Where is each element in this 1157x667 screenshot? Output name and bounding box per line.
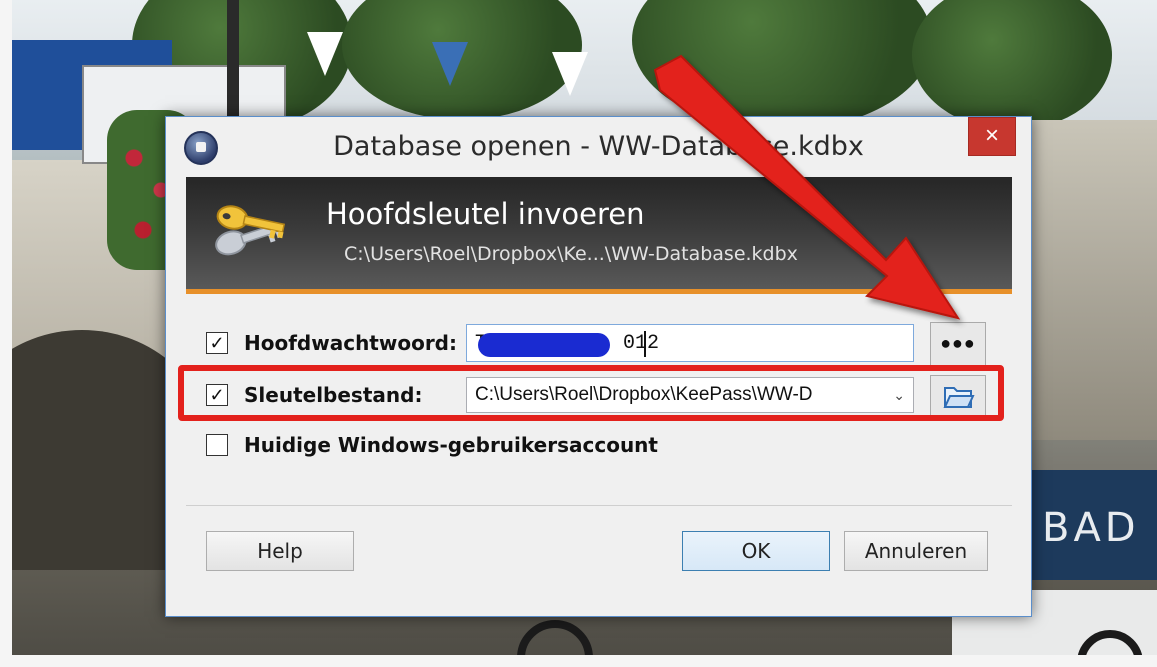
folder-open-icon (943, 387, 975, 408)
separator (186, 505, 1012, 506)
pole (227, 0, 239, 130)
browse-key-file-button[interactable] (930, 375, 986, 417)
ok-button[interactable]: OK (682, 531, 830, 571)
bunting-flag (432, 42, 468, 86)
text-cursor (644, 331, 646, 357)
page-margin (0, 0, 12, 667)
page-margin (0, 655, 1157, 667)
key-file-path: C:\Users\Roel\Dropbox\KeePass\WW-D (475, 384, 813, 405)
keys-icon (215, 205, 286, 256)
master-password-label: Hoofdwachtwoord: (244, 331, 457, 355)
quay-wall (1012, 120, 1157, 440)
password-suffix: 012 (623, 332, 660, 355)
database-path: C:\Users\Roel\Dropbox\Ke...\WW-Database.… (344, 243, 798, 265)
open-database-dialog: Database openen - WW-Database.kdbx × Hoo… (165, 116, 1032, 617)
show-password-button[interactable]: ●●● (930, 322, 986, 366)
windows-account-checkbox[interactable] (206, 434, 228, 456)
redaction-scribble (478, 333, 610, 357)
key-file-select[interactable]: C:\Users\Roel\Dropbox\KeePass\WW-D ⌄ (466, 377, 914, 413)
windows-account-label: Huidige Windows-gebruikersaccount (244, 433, 658, 457)
title-bar[interactable]: Database openen - WW-Database.kdbx × (166, 117, 1031, 177)
banner-title: Hoofdsleutel invoeren (326, 197, 645, 231)
chevron-down-icon: ⌄ (893, 387, 905, 403)
bunting-flag (307, 32, 343, 76)
master-password-checkbox[interactable]: ✓ (206, 332, 228, 354)
dialog-title: Database openen - WW-Database.kdbx (333, 131, 864, 162)
close-button[interactable]: × (968, 117, 1016, 156)
boat-lettering: BAD (1042, 505, 1140, 551)
bunting-flag (552, 52, 588, 96)
cancel-button[interactable]: Annuleren (844, 531, 988, 571)
help-button[interactable]: Help (206, 531, 354, 571)
key-file-label: Sleutelbestand: (244, 383, 423, 407)
header-banner: Hoofdsleutel invoeren C:\Users\Roel\Drop… (186, 177, 1012, 294)
key-file-checkbox[interactable]: ✓ (206, 384, 228, 406)
